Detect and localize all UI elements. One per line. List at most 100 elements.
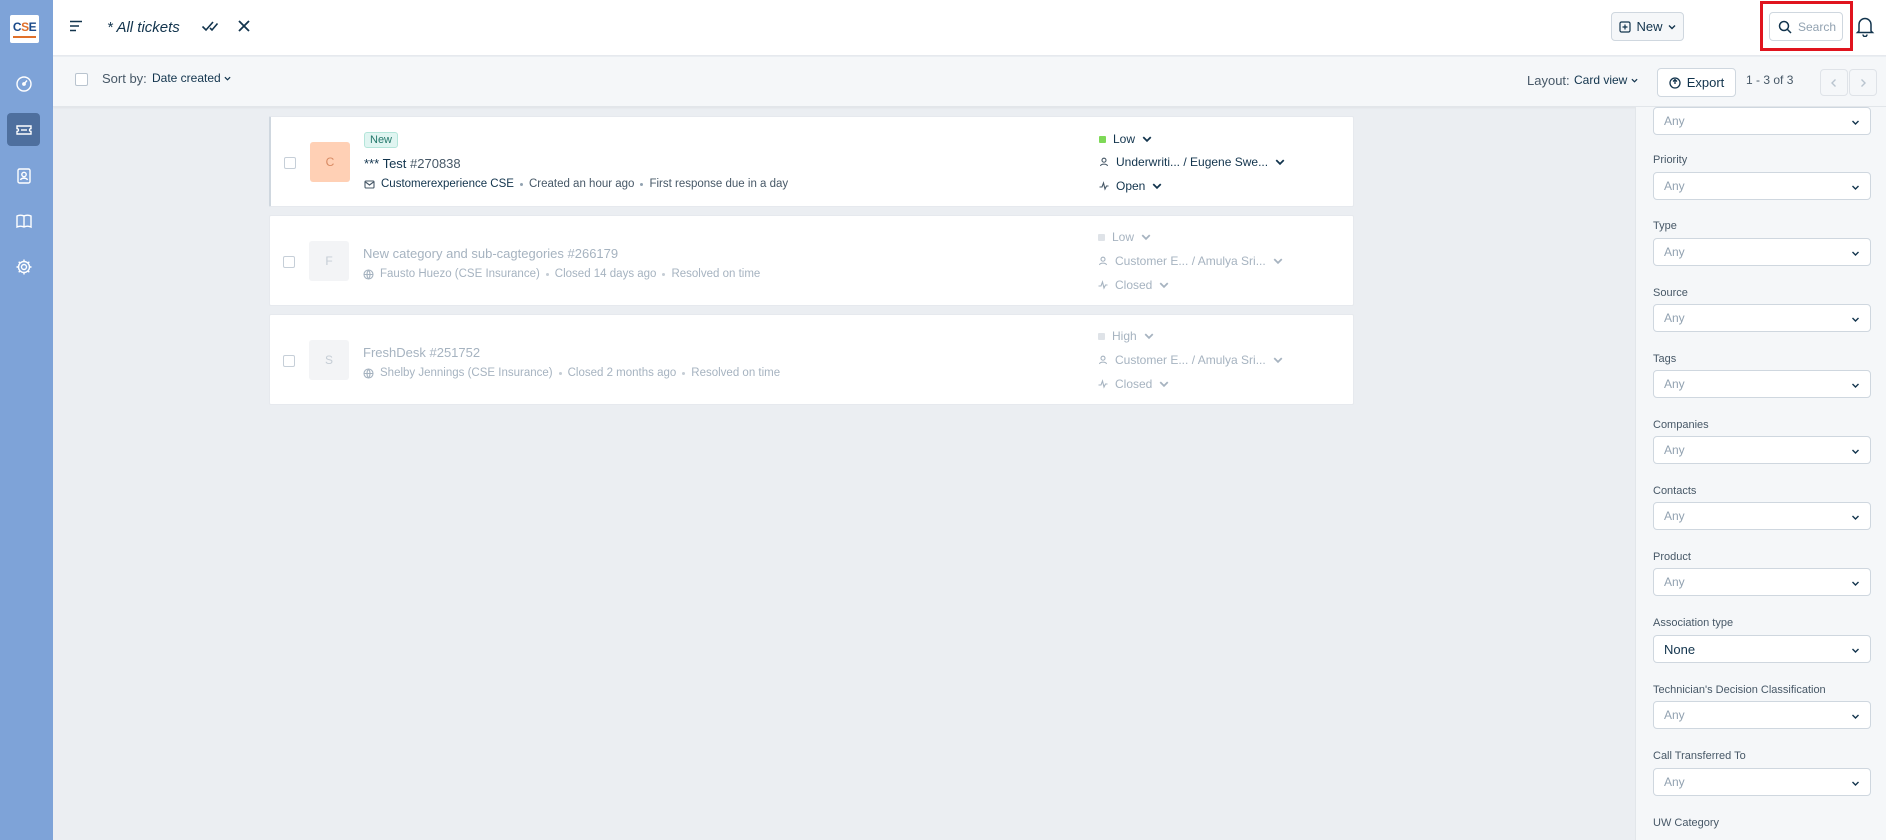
company-logo[interactable]: CSE bbox=[10, 15, 39, 43]
assignee-dropdown[interactable]: Underwriti... / Eugene Swe... bbox=[1099, 155, 1285, 169]
filter-select-source[interactable]: Any bbox=[1653, 304, 1871, 332]
export-icon bbox=[1669, 76, 1681, 89]
filter-value: Any bbox=[1664, 575, 1685, 589]
filter-panel: Any Priority Any Type Any Source Any Tag… bbox=[1635, 107, 1886, 840]
nav-contacts[interactable] bbox=[7, 159, 40, 192]
chevron-left-icon bbox=[1831, 78, 1836, 87]
status-activity-icon bbox=[1098, 379, 1108, 389]
priority-dropdown[interactable]: Low bbox=[1099, 132, 1152, 146]
filter-select-association-type[interactable]: None bbox=[1653, 635, 1871, 663]
ticket-title[interactable]: FreshDesk #251752 bbox=[363, 345, 480, 360]
filter-select-tags[interactable]: Any bbox=[1653, 370, 1871, 398]
ticket-id: #270838 bbox=[410, 156, 461, 171]
ticket-title[interactable]: New category and sub-cagtegories #266179 bbox=[363, 246, 618, 261]
view-title[interactable]: * All tickets bbox=[107, 19, 180, 36]
layout-label: Layout: bbox=[1527, 73, 1570, 88]
chevron-down-icon bbox=[1668, 24, 1675, 29]
nav-knowledge-base[interactable] bbox=[7, 204, 40, 237]
filter-select-priority[interactable]: Any bbox=[1653, 172, 1871, 200]
filter-label-association-type: Association type bbox=[1653, 617, 1734, 629]
chevron-down-icon bbox=[1159, 282, 1169, 289]
agent-icon bbox=[1098, 256, 1108, 266]
layout-value: Card view bbox=[1574, 73, 1628, 87]
filter-label-companies: Companies bbox=[1653, 419, 1709, 431]
dashboard-icon bbox=[15, 75, 32, 92]
filter-select-type[interactable]: Any bbox=[1653, 238, 1871, 266]
status-value: Closed bbox=[1115, 278, 1153, 292]
status-dropdown[interactable]: Closed bbox=[1098, 377, 1169, 391]
requester-avatar: C bbox=[310, 142, 350, 182]
portal-icon bbox=[363, 367, 374, 379]
status-dropdown[interactable]: Open bbox=[1099, 179, 1162, 193]
agent-icon bbox=[1099, 157, 1109, 167]
status-activity-icon bbox=[1098, 280, 1108, 290]
chevron-down-icon bbox=[1852, 120, 1859, 125]
filter-label-technicians-decision-classification: Technician's Decision Classification bbox=[1653, 684, 1826, 696]
requester-avatar: S bbox=[309, 340, 349, 380]
priority-dropdown[interactable]: High bbox=[1098, 329, 1154, 343]
filter-value: None bbox=[1664, 641, 1696, 657]
priority-value: Low bbox=[1113, 132, 1136, 146]
filter-select-technicians-decision-classification[interactable]: Any bbox=[1653, 701, 1871, 729]
filter-value: Any bbox=[1664, 708, 1685, 722]
filter-select-contacts[interactable]: Any bbox=[1653, 502, 1871, 530]
notification-bell-icon[interactable] bbox=[1855, 15, 1875, 37]
new-button[interactable]: New bbox=[1611, 12, 1684, 41]
tickets-icon bbox=[15, 124, 32, 135]
export-button[interactable]: Export bbox=[1657, 68, 1736, 97]
priority-indicator bbox=[1098, 233, 1105, 241]
export-label: Export bbox=[1686, 75, 1725, 90]
status-dropdown[interactable]: Closed bbox=[1098, 278, 1169, 292]
filter-select-top[interactable]: Any bbox=[1653, 107, 1871, 135]
save-view-icon[interactable] bbox=[201, 18, 219, 34]
chevron-down-icon bbox=[224, 76, 231, 81]
filter-select-companies[interactable]: Any bbox=[1653, 436, 1871, 464]
assignee-value: Customer E... / Amulya Sri... bbox=[1115, 353, 1266, 367]
prev-page-button[interactable] bbox=[1820, 69, 1848, 96]
requester-name[interactable]: Fausto Huezo (CSE Insurance) bbox=[380, 268, 540, 280]
nav-tickets[interactable] bbox=[7, 113, 40, 146]
left-nav: CSE bbox=[0, 0, 53, 840]
priority-value: High bbox=[1112, 329, 1137, 343]
nav-dashboard[interactable] bbox=[7, 67, 40, 100]
ticket-card[interactable]: S FreshDesk #251752 Shelby Jennings (CSE… bbox=[269, 314, 1354, 405]
settings-icon bbox=[16, 259, 31, 274]
new-badge: New bbox=[364, 132, 399, 148]
chevron-down-icon bbox=[1141, 234, 1151, 241]
priority-dropdown[interactable]: Low bbox=[1098, 230, 1151, 244]
next-page-button[interactable] bbox=[1849, 69, 1877, 96]
filter-label-priority: Priority bbox=[1653, 154, 1688, 166]
filter-value: Any bbox=[1664, 114, 1685, 128]
sort-dropdown[interactable]: Date created bbox=[152, 71, 231, 85]
ticket-subject: FreshDesk bbox=[363, 345, 426, 360]
ticket-meta: Fausto Huezo (CSE Insurance) Closed 14 d… bbox=[363, 268, 760, 280]
ticket-checkbox[interactable] bbox=[283, 256, 295, 268]
close-icon[interactable] bbox=[237, 19, 251, 33]
ticket-checkbox[interactable] bbox=[284, 157, 296, 169]
nav-settings[interactable] bbox=[7, 250, 40, 283]
ticket-title[interactable]: *** Test #270838 bbox=[364, 156, 461, 171]
ticket-card[interactable]: C New *** Test #270838 Customerexperienc… bbox=[269, 116, 1354, 207]
assignee-dropdown[interactable]: Customer E... / Amulya Sri... bbox=[1098, 353, 1283, 367]
requester-name[interactable]: Customerexperience CSE bbox=[381, 178, 514, 190]
assignee-dropdown[interactable]: Customer E... / Amulya Sri... bbox=[1098, 254, 1283, 268]
menu-icon[interactable] bbox=[68, 18, 84, 34]
select-all-checkbox[interactable] bbox=[75, 73, 88, 86]
chevron-down-icon bbox=[1142, 136, 1152, 143]
agent-icon bbox=[1098, 355, 1108, 365]
search-highlight-annotation bbox=[1760, 1, 1853, 51]
filter-select-product[interactable]: Any bbox=[1653, 568, 1871, 596]
chevron-down-icon bbox=[1159, 381, 1169, 388]
knowledge-base-icon bbox=[15, 214, 32, 228]
sla-status: First response due in a day bbox=[649, 178, 789, 190]
portal-icon bbox=[363, 268, 374, 280]
ticket-checkbox[interactable] bbox=[283, 355, 295, 367]
list-toolbar: Sort by: Date created Layout: Card view … bbox=[53, 57, 1886, 107]
filter-value: Any bbox=[1664, 775, 1685, 789]
chevron-down-icon bbox=[1852, 581, 1859, 586]
requester-name[interactable]: Shelby Jennings (CSE Insurance) bbox=[380, 367, 553, 379]
ticket-card[interactable]: F New category and sub-cagtegories #2661… bbox=[269, 215, 1354, 306]
layout-dropdown[interactable]: Card view bbox=[1574, 73, 1638, 87]
new-button-label: New bbox=[1636, 19, 1663, 34]
filter-select-call-transferred-to[interactable]: Any bbox=[1653, 768, 1871, 796]
